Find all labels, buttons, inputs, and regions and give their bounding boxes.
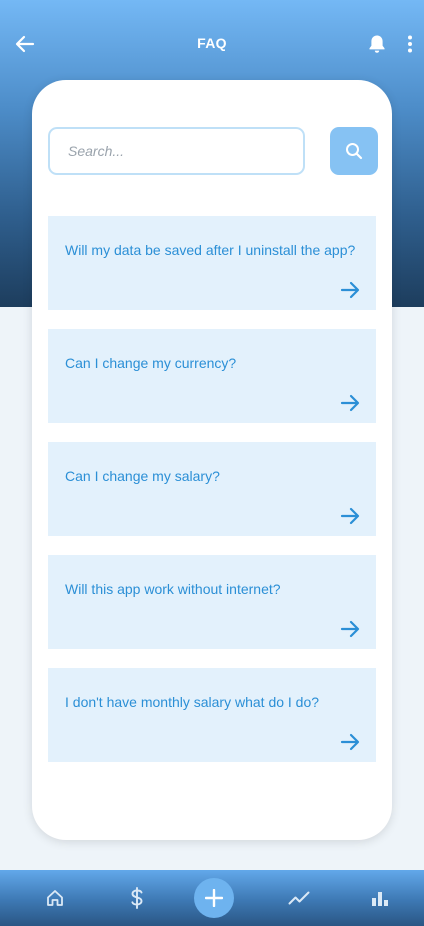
faq-question: Will this app work without internet? (65, 581, 281, 597)
faq-card: Will my data be saved after I uninstall … (32, 80, 392, 840)
nav-stats-button[interactable] (366, 884, 394, 912)
faq-item[interactable]: Can I change my salary? (48, 442, 376, 536)
top-app-bar: FAQ (0, 0, 424, 86)
notifications-button[interactable] (366, 33, 388, 55)
arrow-right-icon (338, 732, 362, 752)
nav-home-button[interactable] (41, 884, 69, 912)
bell-icon (369, 35, 385, 53)
faq-question: Will my data be saved after I uninstall … (65, 242, 356, 258)
search-input[interactable] (48, 127, 305, 175)
nav-add-button[interactable] (194, 878, 234, 918)
faq-question: Can I change my currency? (65, 355, 237, 371)
plus-icon (205, 889, 223, 907)
dollar-icon (131, 887, 143, 909)
faq-item[interactable]: Will my data be saved after I uninstall … (48, 216, 376, 310)
bottom-navigation (0, 870, 424, 926)
nav-money-button[interactable] (123, 884, 151, 912)
nav-trends-button[interactable] (285, 884, 313, 912)
search-icon (346, 143, 363, 160)
more-options-button[interactable] (402, 33, 418, 55)
faq-item[interactable]: Will this app work without internet? (48, 555, 376, 649)
home-icon (47, 890, 63, 906)
search-button[interactable] (330, 127, 378, 175)
faq-question: Can I change my salary? (65, 468, 220, 484)
page-title: FAQ (197, 35, 227, 51)
more-vertical-icon (408, 35, 412, 53)
arrow-right-icon (338, 506, 362, 526)
arrow-right-icon (338, 393, 362, 413)
arrow-right-icon (338, 280, 362, 300)
faq-item[interactable]: I don't have monthly salary what do I do… (48, 668, 376, 762)
bar-chart-icon (372, 892, 388, 906)
faq-item[interactable]: Can I change my currency? (48, 329, 376, 423)
arrow-right-icon (338, 619, 362, 639)
faq-list: Will my data be saved after I uninstall … (48, 216, 376, 781)
faq-question: I don't have monthly salary what do I do… (65, 694, 320, 710)
trend-line-icon (288, 891, 310, 905)
